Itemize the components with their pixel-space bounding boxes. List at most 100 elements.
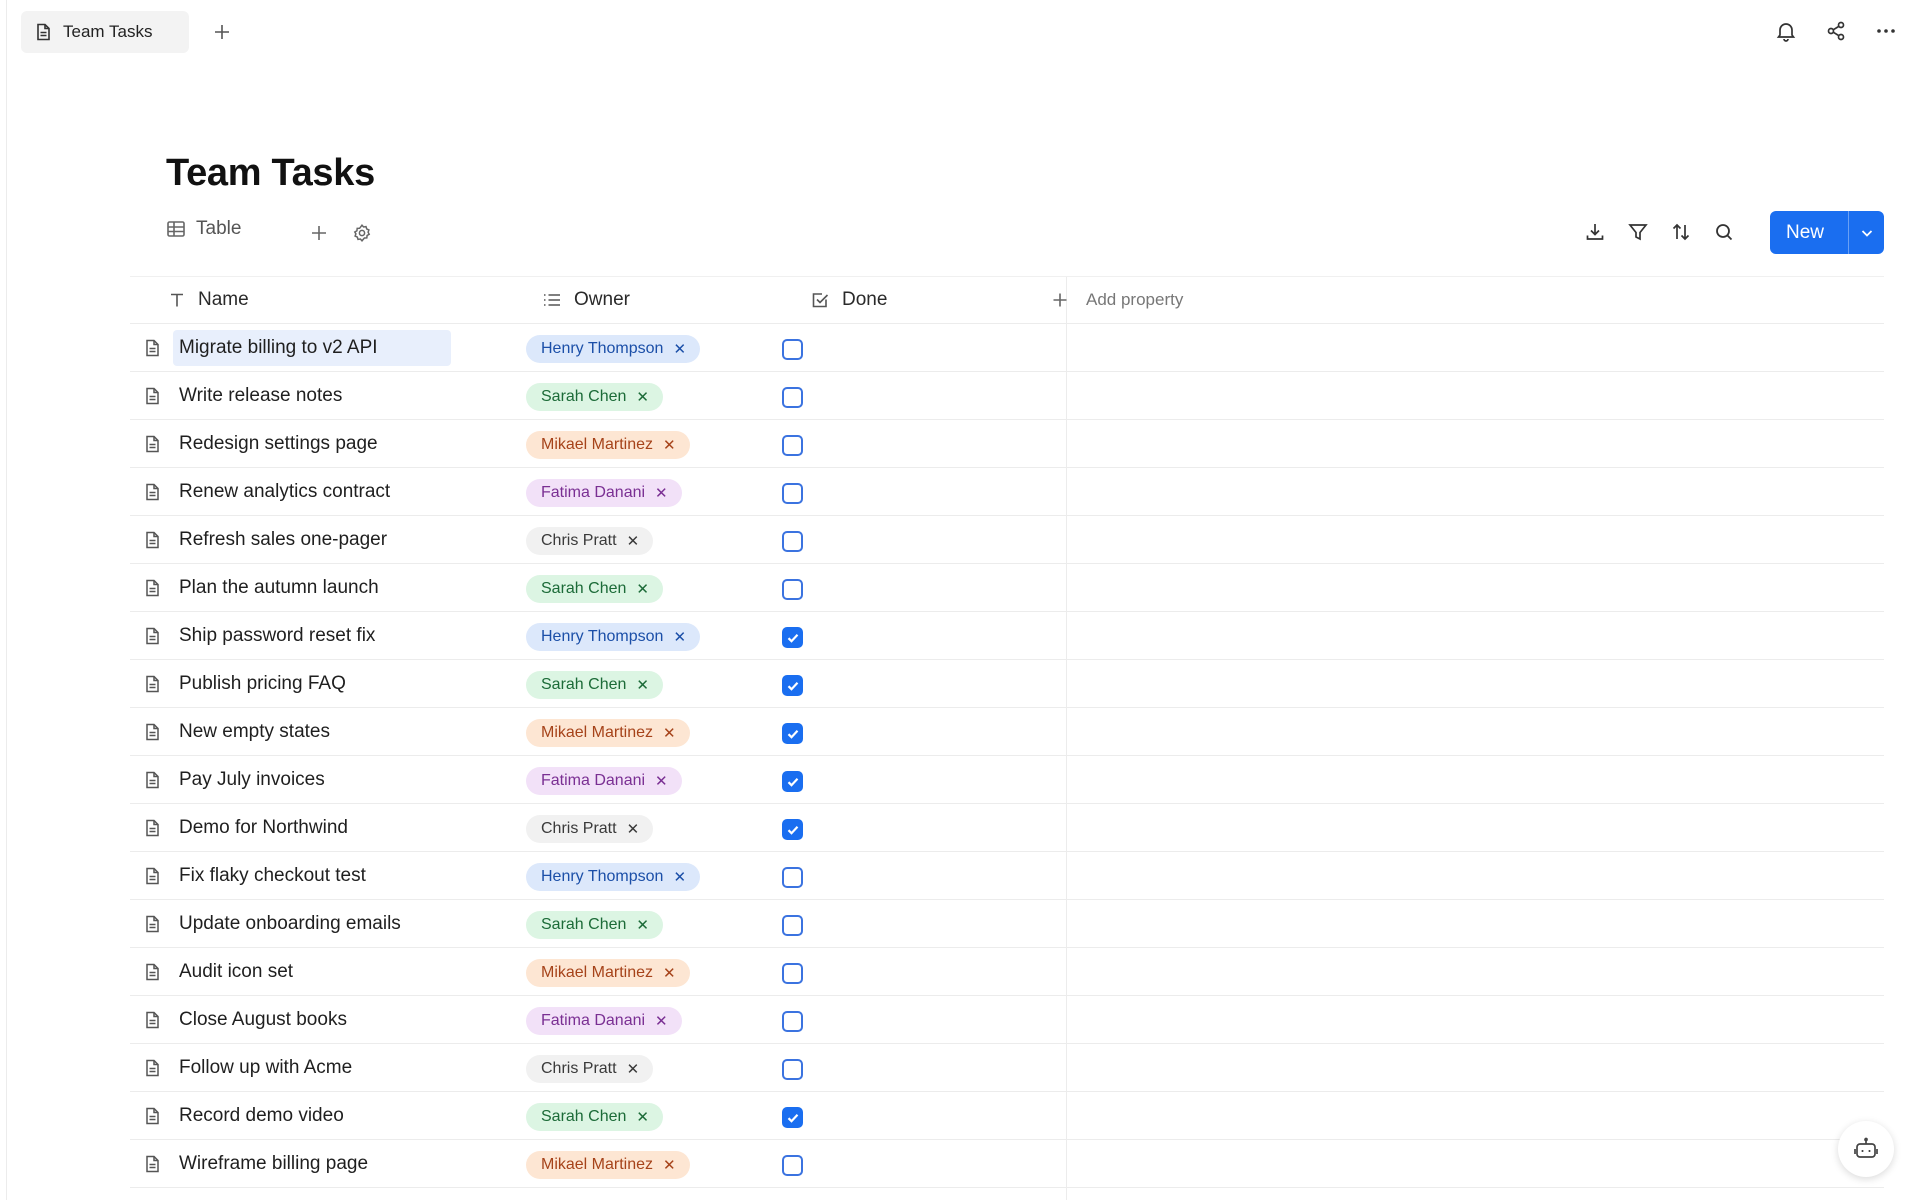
task-name-cell[interactable]: Update onboarding emails: [173, 906, 451, 942]
table-row[interactable]: Update onboarding emails Sarah Chen ✕: [130, 900, 1884, 948]
notifications-button[interactable]: [1772, 16, 1800, 46]
owner-chip[interactable]: Fatima Danani ✕: [526, 1007, 682, 1035]
column-header-name[interactable]: Name: [168, 289, 249, 311]
owner-chip[interactable]: Mikael Martinez ✕: [526, 959, 690, 987]
add-property-button[interactable]: Add property: [1052, 290, 1183, 310]
owner-chip[interactable]: Fatima Danani ✕: [526, 767, 682, 795]
remove-owner-icon[interactable]: ✕: [655, 1014, 668, 1029]
new-button[interactable]: New: [1770, 211, 1884, 254]
table-row[interactable]: Record demo video Sarah Chen ✕: [130, 1092, 1884, 1140]
done-checkbox[interactable]: [782, 963, 803, 984]
done-checkbox[interactable]: [782, 771, 803, 792]
table-row[interactable]: Renew analytics contract Fatima Danani ✕: [130, 468, 1884, 516]
owner-chip[interactable]: Sarah Chen ✕: [526, 911, 663, 939]
table-row[interactable]: Migrate billing to v2 API Henry Thompson ✕: [130, 324, 1884, 372]
table-row[interactable]: New empty states Mikael Martinez ✕: [130, 708, 1884, 756]
remove-owner-icon[interactable]: ✕: [636, 1110, 649, 1125]
task-name-cell[interactable]: Follow up with Acme: [173, 1050, 451, 1086]
remove-owner-icon[interactable]: ✕: [673, 342, 686, 357]
task-name-cell[interactable]: Pay July invoices: [173, 762, 451, 798]
view-settings-button[interactable]: [348, 219, 376, 247]
remove-owner-icon[interactable]: ✕: [663, 966, 676, 981]
owner-chip[interactable]: Mikael Martinez ✕: [526, 1151, 690, 1179]
owner-chip[interactable]: Sarah Chen ✕: [526, 671, 663, 699]
remove-owner-icon[interactable]: ✕: [627, 1062, 640, 1077]
remove-owner-icon[interactable]: ✕: [627, 534, 640, 549]
assistant-button[interactable]: [1838, 1121, 1894, 1177]
table-row[interactable]: Redesign settings page Mikael Martinez ✕: [130, 420, 1884, 468]
task-name-cell[interactable]: Migrate billing to v2 API: [173, 330, 451, 366]
add-view-button[interactable]: [305, 219, 333, 247]
tab-team-tasks[interactable]: Team Tasks: [21, 11, 189, 53]
table-row[interactable]: Wireframe billing page Mikael Martinez ✕: [130, 1140, 1884, 1188]
owner-chip[interactable]: Mikael Martinez ✕: [526, 431, 690, 459]
owner-chip[interactable]: Chris Pratt ✕: [526, 815, 654, 843]
done-checkbox[interactable]: [782, 1059, 803, 1080]
table-row[interactable]: Publish pricing FAQ Sarah Chen ✕: [130, 660, 1884, 708]
table-row[interactable]: Write release notes Sarah Chen ✕: [130, 372, 1884, 420]
done-checkbox[interactable]: [782, 723, 803, 744]
task-name-cell[interactable]: Close August books: [173, 1002, 451, 1038]
search-button[interactable]: [1711, 218, 1737, 246]
table-row[interactable]: Fix flaky checkout test Henry Thompson ✕: [130, 852, 1884, 900]
sort-button[interactable]: [1668, 218, 1694, 246]
export-button[interactable]: [1582, 218, 1608, 246]
task-name-cell[interactable]: Write release notes: [173, 378, 451, 414]
done-checkbox[interactable]: [782, 867, 803, 888]
new-options-button[interactable]: [1849, 225, 1884, 241]
more-button[interactable]: [1872, 16, 1900, 46]
owner-chip[interactable]: Henry Thompson ✕: [526, 335, 701, 363]
table-row[interactable]: Pay July invoices Fatima Danani ✕: [130, 756, 1884, 804]
remove-owner-icon[interactable]: ✕: [636, 918, 649, 933]
owner-chip[interactable]: Fatima Danani ✕: [526, 479, 682, 507]
owner-chip[interactable]: Sarah Chen ✕: [526, 1103, 663, 1131]
remove-owner-icon[interactable]: ✕: [663, 1158, 676, 1173]
task-name-cell[interactable]: Plan the autumn launch: [173, 570, 451, 606]
add-tab-button[interactable]: [208, 18, 236, 46]
done-checkbox[interactable]: [782, 915, 803, 936]
remove-owner-icon[interactable]: ✕: [663, 726, 676, 741]
owner-chip[interactable]: Henry Thompson ✕: [526, 623, 701, 651]
column-header-done[interactable]: Done: [810, 289, 887, 311]
remove-owner-icon[interactable]: ✕: [655, 486, 668, 501]
done-checkbox[interactable]: [782, 1107, 803, 1128]
done-checkbox[interactable]: [782, 675, 803, 696]
owner-chip[interactable]: Henry Thompson ✕: [526, 863, 701, 891]
remove-owner-icon[interactable]: ✕: [673, 870, 686, 885]
done-checkbox[interactable]: [782, 483, 803, 504]
done-checkbox[interactable]: [782, 435, 803, 456]
view-tab-table[interactable]: Table: [166, 218, 241, 240]
task-name-cell[interactable]: Demo for Northwind: [173, 810, 451, 846]
task-name-cell[interactable]: Ship password reset fix: [173, 618, 451, 654]
table-row[interactable]: Follow up with Acme Chris Pratt ✕: [130, 1044, 1884, 1092]
column-header-owner[interactable]: Owner: [542, 289, 630, 311]
remove-owner-icon[interactable]: ✕: [636, 582, 649, 597]
remove-owner-icon[interactable]: ✕: [636, 390, 649, 405]
owner-chip[interactable]: Sarah Chen ✕: [526, 383, 663, 411]
task-name-cell[interactable]: Redesign settings page: [173, 426, 451, 462]
done-checkbox[interactable]: [782, 387, 803, 408]
done-checkbox[interactable]: [782, 339, 803, 360]
task-name-cell[interactable]: Wireframe billing page: [173, 1146, 451, 1182]
table-row[interactable]: Refresh sales one-pager Chris Pratt ✕: [130, 516, 1884, 564]
task-name-cell[interactable]: Refresh sales one-pager: [173, 522, 451, 558]
done-checkbox[interactable]: [782, 531, 803, 552]
done-checkbox[interactable]: [782, 1155, 803, 1176]
task-name-cell[interactable]: New empty states: [173, 714, 451, 750]
remove-owner-icon[interactable]: ✕: [655, 774, 668, 789]
task-name-cell[interactable]: Publish pricing FAQ: [173, 666, 451, 702]
owner-chip[interactable]: Chris Pratt ✕: [526, 527, 654, 555]
done-checkbox[interactable]: [782, 1011, 803, 1032]
remove-owner-icon[interactable]: ✕: [673, 630, 686, 645]
table-row[interactable]: Demo for Northwind Chris Pratt ✕: [130, 804, 1884, 852]
done-checkbox[interactable]: [782, 627, 803, 648]
table-row[interactable]: Plan the autumn launch Sarah Chen ✕: [130, 564, 1884, 612]
remove-owner-icon[interactable]: ✕: [627, 822, 640, 837]
task-name-cell[interactable]: Fix flaky checkout test: [173, 858, 451, 894]
task-name-cell[interactable]: Renew analytics contract: [173, 474, 451, 510]
done-checkbox[interactable]: [782, 819, 803, 840]
done-checkbox[interactable]: [782, 579, 803, 600]
share-button[interactable]: [1822, 16, 1850, 46]
owner-chip[interactable]: Sarah Chen ✕: [526, 575, 663, 603]
remove-owner-icon[interactable]: ✕: [663, 438, 676, 453]
